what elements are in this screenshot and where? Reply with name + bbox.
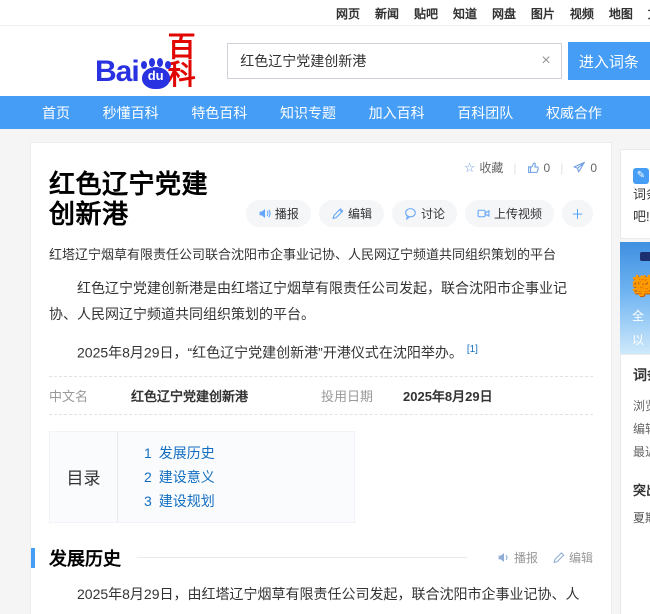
banner-headline: 攀 bbox=[632, 269, 650, 301]
plus-icon: ＋ bbox=[571, 204, 584, 223]
nav-featured[interactable]: 特色百科 bbox=[191, 103, 247, 123]
nav-authority[interactable]: 权威合作 bbox=[546, 103, 602, 123]
toc-list: 1发展历史 2建设意义 3建设规划 bbox=[118, 432, 215, 522]
top-nav-webpage[interactable]: 网页 bbox=[336, 5, 360, 22]
site-nav: 首页 秒懂百科 特色百科 知识专题 加入百科 百科团队 权威合作 bbox=[0, 96, 650, 129]
edit-button[interactable]: 编辑 bbox=[319, 200, 384, 227]
stats-row-edits: 编辑次数： bbox=[633, 418, 650, 441]
basic-info-item: 投用日期 2025年8月29日 bbox=[321, 386, 593, 405]
baidu-baike-logo[interactable]: Bai du 百科 bbox=[95, 33, 211, 89]
like-button[interactable]: 0 bbox=[527, 161, 551, 175]
section-header-history: 发展历史 播报 编辑 bbox=[31, 545, 593, 571]
section-divider bbox=[137, 557, 467, 558]
add-button[interactable]: ＋ bbox=[562, 200, 593, 227]
discuss-button[interactable]: 讨论 bbox=[392, 200, 457, 227]
nav-miaodong[interactable]: 秒懂百科 bbox=[103, 103, 159, 123]
basic-info-label: 中文名 bbox=[49, 386, 131, 405]
speaker-icon bbox=[258, 207, 271, 220]
divider: | bbox=[513, 161, 516, 175]
logo-text-baike: 百科 bbox=[168, 33, 212, 89]
upload-video-button[interactable]: 上传视频 bbox=[465, 200, 554, 227]
star-icon: ☆ bbox=[464, 160, 476, 176]
nav-team[interactable]: 百科团队 bbox=[457, 103, 513, 123]
baidu-paw-icon: du bbox=[140, 59, 165, 89]
share-count: 0 bbox=[590, 161, 597, 175]
entry-summary: 红塔辽宁烟草有限责任公司联合沈阳市企事业记协、人民网辽宁频道共同组织策划的平台 bbox=[49, 245, 593, 265]
table-of-contents: 目录 1发展历史 2建设意义 3建设规划 bbox=[49, 431, 355, 523]
search-input[interactable] bbox=[228, 44, 560, 78]
stats-title: 词条统计 bbox=[633, 365, 650, 385]
stats-row-views: 浏览次数： bbox=[633, 395, 650, 418]
toc-item-significance[interactable]: 2建设意义 bbox=[144, 465, 215, 489]
section-title: 发展历史 bbox=[49, 545, 121, 571]
collect-button[interactable]: ☆ 收藏 bbox=[464, 159, 504, 176]
nav-join[interactable]: 加入百科 bbox=[369, 103, 425, 123]
promo-text: 吧! bbox=[633, 209, 650, 224]
banner-brand-graphic bbox=[640, 252, 650, 261]
nav-topics[interactable]: 知识专题 bbox=[280, 103, 336, 123]
promo-text: 词条 bbox=[633, 187, 650, 202]
top-nav-news[interactable]: 新闻 bbox=[375, 5, 399, 22]
header: Bai du 百科 × 进入词条 bbox=[0, 26, 650, 96]
title-row: 红色辽宁党建创新港 播报 编辑 bbox=[49, 169, 593, 229]
top-nav-tieba[interactable]: 贴吧 bbox=[414, 5, 438, 22]
article-actions: ☆ 收藏 | 0 | 0 bbox=[464, 159, 597, 176]
speaker-icon bbox=[497, 551, 510, 564]
share-icon bbox=[573, 161, 586, 174]
banner-subline: 以 bbox=[632, 331, 650, 349]
top-nav: 网页 新闻 贴吧 知道 网盘 图片 视频 地图 文库 bbox=[336, 5, 650, 22]
share-button[interactable]: 0 bbox=[573, 161, 597, 175]
chat-bubble-icon bbox=[404, 207, 417, 220]
basic-info-value: 2025年8月29日 bbox=[403, 386, 493, 405]
basic-info-table: 中文名 红色辽宁党建创新港 投用日期 2025年8月29日 bbox=[49, 376, 593, 415]
main-area: ☆ 收藏 | 0 | 0 红色辽宁党建创新港 bbox=[0, 129, 650, 614]
contributor-username[interactable]: 夏期 bbox=[633, 509, 650, 526]
section-broadcast-button[interactable]: 播报 bbox=[497, 549, 538, 566]
thumbs-up-icon bbox=[527, 161, 540, 174]
edit-pencil-icon: ✎ bbox=[633, 168, 649, 184]
divider: | bbox=[560, 161, 563, 175]
toc-title: 目录 bbox=[50, 432, 118, 522]
page-title: 红色辽宁党建创新港 bbox=[49, 169, 234, 229]
logo-text-bai: Bai bbox=[95, 55, 139, 89]
like-count: 0 bbox=[544, 161, 551, 175]
pencil-icon bbox=[552, 551, 565, 564]
pencil-icon bbox=[331, 207, 344, 220]
top-nav-zhidao[interactable]: 知道 bbox=[453, 5, 477, 22]
top-nav-netdisk[interactable]: 网盘 bbox=[492, 5, 516, 22]
entry-promo-card[interactable]: ✎ 词条 吧! bbox=[620, 149, 650, 239]
broadcast-button[interactable]: 播报 bbox=[246, 200, 311, 227]
search-box: × bbox=[227, 43, 561, 79]
title-buttons: 播报 编辑 讨论 bbox=[246, 200, 593, 227]
top-nav-video[interactable]: 视频 bbox=[570, 5, 594, 22]
intro-paragraph-2: 2025年8月29日，“红色辽宁党建创新港”开港仪式在沈阳举办。[1] bbox=[49, 337, 593, 366]
banner-subline: 全 bbox=[632, 307, 650, 325]
basic-info-label: 投用日期 bbox=[321, 386, 403, 405]
entry-stats-card: 词条统计 浏览次数： 编辑次数： 最近更新： 突出贡献榜 夏期 bbox=[620, 354, 650, 614]
basic-info-item: 中文名 红色辽宁党建创新港 bbox=[49, 386, 321, 405]
toc-item-planning[interactable]: 3建设规划 bbox=[144, 489, 215, 513]
section-edit-button[interactable]: 编辑 bbox=[552, 549, 593, 566]
stats-row-updated: 最近更新： bbox=[633, 441, 650, 464]
contributors-title: 突出贡献榜 bbox=[633, 480, 650, 499]
toc-item-history[interactable]: 1发展历史 bbox=[144, 441, 215, 465]
top-nav-maps[interactable]: 地图 bbox=[609, 5, 633, 22]
article-card: ☆ 收藏 | 0 | 0 红色辽宁党建创新港 bbox=[30, 142, 612, 614]
section-marker bbox=[31, 548, 35, 568]
basic-info-value: 红色辽宁党建创新港 bbox=[131, 386, 248, 405]
top-nav-images[interactable]: 图片 bbox=[531, 5, 555, 22]
enter-entry-button[interactable]: 进入词条 bbox=[568, 42, 650, 80]
intro-paragraph-1: 红色辽宁党建创新港是由红塔辽宁烟草有限责任公司发起，联合沈阳市企事业记协、人民网… bbox=[49, 275, 593, 327]
promo-banner[interactable]: 攀 全 以 bbox=[620, 242, 650, 354]
top-bar: 网页 新闻 贴吧 知道 网盘 图片 视频 地图 文库 bbox=[0, 0, 650, 26]
section-history-paragraph: 2025年8月29日，由红塔辽宁烟草有限责任公司发起，联合沈阳市企事业记协、人民… bbox=[49, 581, 593, 614]
video-camera-icon bbox=[477, 207, 490, 220]
reference-link[interactable]: [1] bbox=[467, 344, 478, 355]
nav-home[interactable]: 首页 bbox=[42, 103, 70, 123]
clear-search-icon[interactable]: × bbox=[541, 51, 550, 71]
